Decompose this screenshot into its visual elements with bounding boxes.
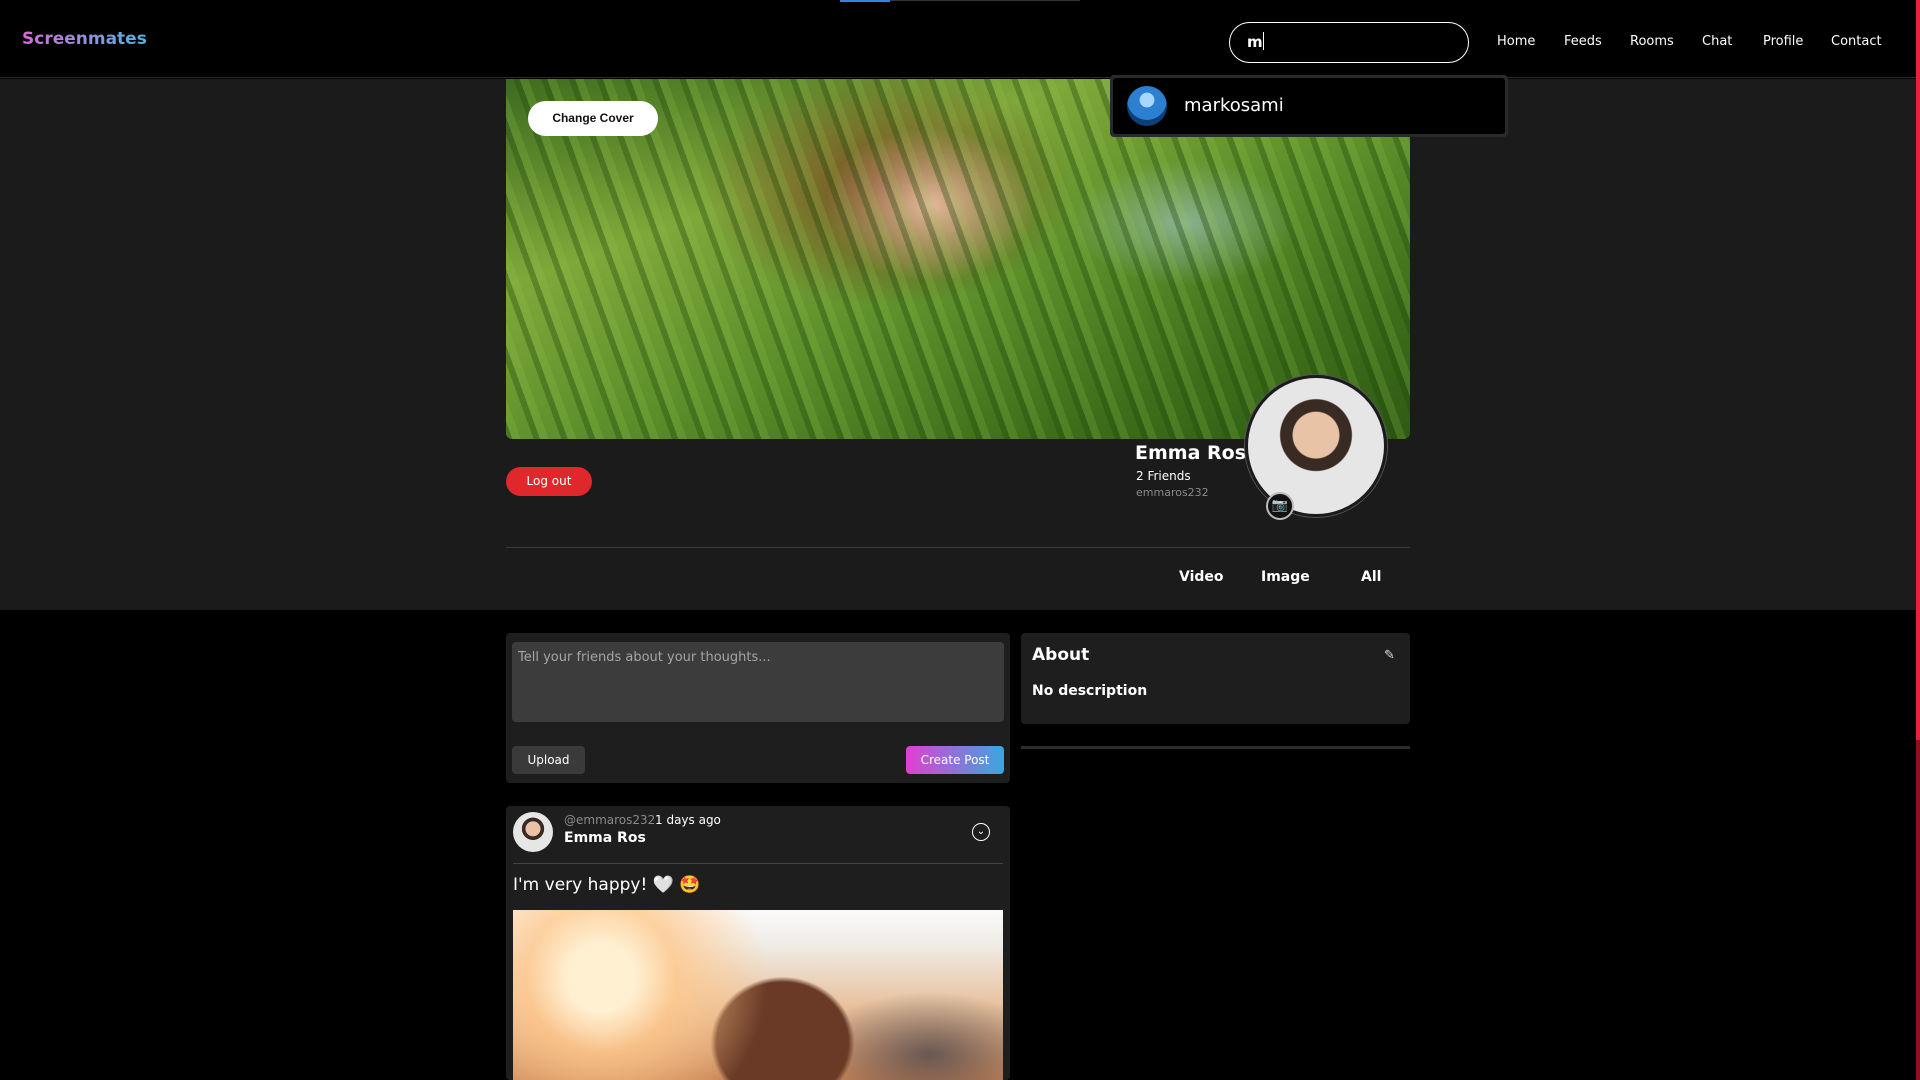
tab-all[interactable]: All: [1361, 569, 1381, 585]
scrollbar-thumb[interactable]: [1916, 0, 1920, 740]
tab-video[interactable]: Video: [1179, 569, 1224, 585]
chevron-down-icon[interactable]: ⌄: [972, 823, 990, 841]
about-title: About: [1032, 645, 1090, 665]
nav-profile[interactable]: Profile: [1763, 34, 1803, 49]
create-post-button[interactable]: Create Post: [906, 746, 1004, 774]
post-handle[interactable]: @emmaros232: [564, 813, 655, 827]
search-value: m: [1247, 33, 1263, 51]
post-image[interactable]: [513, 910, 1003, 1080]
text-caret: [1262, 32, 1264, 50]
nav-rooms[interactable]: Rooms: [1630, 34, 1674, 49]
search-input[interactable]: m: [1229, 22, 1469, 63]
nav-home[interactable]: Home: [1497, 34, 1535, 49]
search-result-item[interactable]: markosami: [1113, 78, 1505, 134]
result-username: markosami: [1184, 95, 1284, 116]
brand-logo[interactable]: Screenmates: [22, 29, 147, 49]
profile-name: Emma Ros: [1135, 442, 1247, 464]
top-navbar: [0, 0, 1916, 78]
change-cover-button[interactable]: Change Cover: [528, 101, 658, 136]
post-text-input[interactable]: Tell your friends about your thoughts...: [512, 642, 1004, 722]
profile-avatar: [1245, 375, 1387, 517]
nav-contact[interactable]: Contact: [1831, 34, 1882, 49]
result-avatar: [1127, 86, 1167, 126]
nav-feeds[interactable]: Feeds: [1564, 34, 1602, 49]
post-timestamp: 1 days ago: [655, 813, 721, 827]
edit-pencil-icon[interactable]: ✎: [1384, 648, 1395, 663]
profile-handle: emmaros232: [1136, 486, 1209, 499]
post-author-name[interactable]: Emma Ros: [564, 830, 646, 846]
about-divider: [1021, 746, 1410, 749]
nav-chat[interactable]: Chat: [1702, 34, 1732, 49]
tab-image[interactable]: Image: [1261, 569, 1310, 585]
search-results-dropdown: markosami: [1110, 75, 1508, 137]
header-divider: [506, 547, 1410, 548]
upload-button[interactable]: Upload: [512, 746, 585, 774]
post-divider: [513, 863, 1003, 864]
friends-count[interactable]: 2 Friends: [1136, 469, 1191, 483]
logout-button[interactable]: Log out: [506, 467, 592, 496]
about-description: No description: [1032, 683, 1148, 699]
camera-icon[interactable]: 📷: [1266, 492, 1294, 520]
top-progress-indicator: [840, 0, 890, 2]
post-author-avatar[interactable]: [513, 812, 553, 852]
post-text: I'm very happy! 🤍 🤩: [513, 875, 701, 895]
